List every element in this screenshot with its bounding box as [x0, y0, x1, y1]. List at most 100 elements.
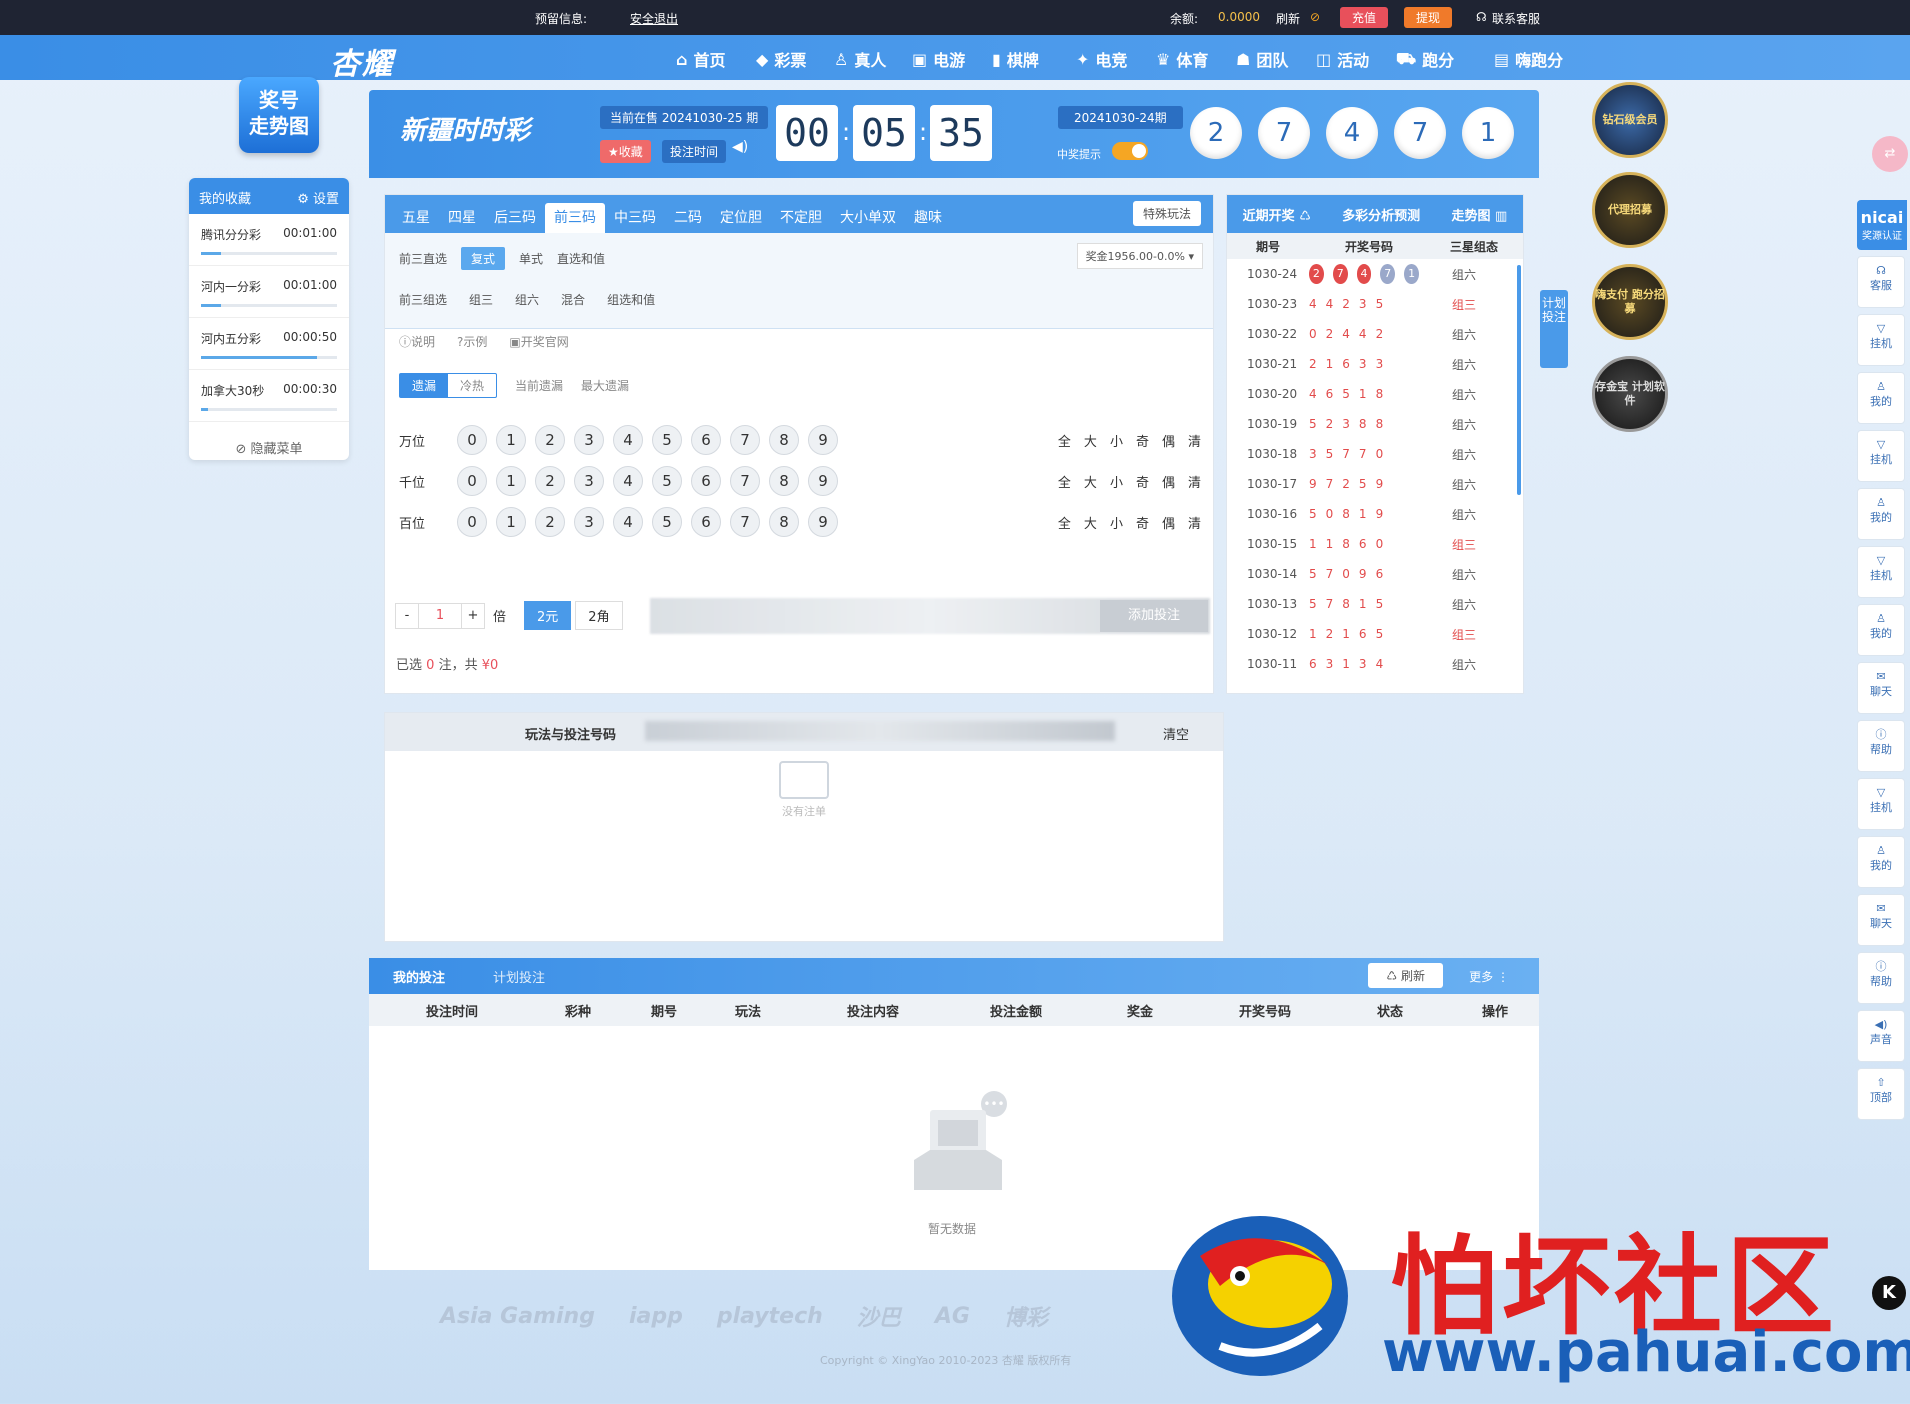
- quick-select-3[interactable]: 奇: [1136, 431, 1149, 450]
- tab-recent[interactable]: 近期开奖 ♺: [1243, 205, 1311, 224]
- side-tool-button[interactable]: ▽ 挂机: [1857, 546, 1905, 598]
- nav-cards[interactable]: ▮ 棋牌: [992, 47, 1039, 71]
- tab-dingweidan[interactable]: 定位胆: [711, 203, 771, 233]
- quick-select-0[interactable]: 全: [1058, 513, 1071, 532]
- quick-select-1[interactable]: 大: [1084, 472, 1097, 491]
- tab-analysis[interactable]: 多彩分析预测: [1342, 205, 1420, 224]
- recharge-button[interactable]: 充值: [1340, 7, 1389, 28]
- win-hint-toggle[interactable]: [1112, 142, 1148, 160]
- more-link[interactable]: 更多 ⋮: [1469, 968, 1509, 985]
- digit-ball[interactable]: 9: [808, 507, 838, 537]
- side-tool-button[interactable]: ☊ 客服: [1857, 256, 1905, 308]
- scrollbar[interactable]: [1517, 265, 1521, 495]
- digit-ball[interactable]: 5: [652, 425, 682, 455]
- hipay-recruit-badge[interactable]: 嗨支付 跑分招募: [1592, 264, 1668, 340]
- quick-select-4[interactable]: 偶: [1162, 513, 1175, 532]
- digit-ball[interactable]: 8: [769, 466, 799, 496]
- tab-housan[interactable]: 后三码: [485, 203, 545, 233]
- digit-ball[interactable]: 9: [808, 425, 838, 455]
- digit-ball[interactable]: 5: [652, 466, 682, 496]
- quick-select-5[interactable]: 清: [1188, 513, 1201, 532]
- digit-ball[interactable]: 2: [535, 425, 565, 455]
- sub-play-zuliu[interactable]: 组六: [515, 291, 539, 308]
- digit-ball[interactable]: 4: [613, 507, 643, 537]
- trend-chart-button[interactable]: 奖号 走势图: [239, 77, 319, 153]
- quick-select-2[interactable]: 小: [1110, 513, 1123, 532]
- side-tool-button[interactable]: ⇧ 顶部: [1857, 1068, 1905, 1120]
- max-miss[interactable]: 最大遗漏: [581, 377, 629, 394]
- help-official[interactable]: ▣开奖官网: [509, 333, 568, 350]
- plus-button[interactable]: +: [462, 608, 484, 623]
- digit-ball[interactable]: 9: [808, 466, 838, 496]
- quick-select-0[interactable]: 全: [1058, 472, 1071, 491]
- sub-play-fushi[interactable]: 复式: [461, 247, 506, 270]
- bet-time-button[interactable]: 投注时间: [662, 140, 727, 163]
- side-tool-button[interactable]: ♙ 我的: [1857, 836, 1905, 888]
- digit-ball[interactable]: 7: [730, 507, 760, 537]
- multiplier-input[interactable]: 1: [418, 603, 462, 628]
- side-tool-button[interactable]: ✉ 聊天: [1857, 894, 1905, 946]
- favorite-item[interactable]: 加拿大30秒 00:00:30: [189, 370, 349, 422]
- tab-plan-bets[interactable]: 计划投注: [493, 967, 545, 986]
- digit-ball[interactable]: 3: [574, 466, 604, 496]
- side-tool-button[interactable]: ♙ 我的: [1857, 488, 1905, 540]
- digit-ball[interactable]: 3: [574, 507, 604, 537]
- sub-play-danshi[interactable]: 单式: [519, 250, 543, 267]
- quick-select-0[interactable]: 全: [1058, 431, 1071, 450]
- nav-hi-runscore[interactable]: ▤ 嗨跑分: [1494, 47, 1563, 71]
- tab-zhongsan[interactable]: 中三码: [605, 203, 665, 233]
- add-bet-button[interactable]: 添加投注: [1100, 600, 1208, 632]
- quick-select-4[interactable]: 偶: [1162, 472, 1175, 491]
- withdraw-button[interactable]: 提现: [1404, 7, 1453, 28]
- digit-ball[interactable]: 0: [457, 466, 487, 496]
- quick-select-4[interactable]: 偶: [1162, 431, 1175, 450]
- digit-ball[interactable]: 1: [496, 507, 526, 537]
- tab-budingdan[interactable]: 不定胆: [771, 203, 831, 233]
- digit-ball[interactable]: 7: [730, 466, 760, 496]
- service-link[interactable]: 联系客服: [1492, 10, 1540, 27]
- help-explain[interactable]: ⓘ说明: [399, 333, 435, 350]
- digit-ball[interactable]: 3: [574, 425, 604, 455]
- prize-select[interactable]: 奖金1956.00-0.0% ▾: [1076, 243, 1203, 269]
- favorite-item[interactable]: 河内一分彩 00:01:00: [189, 266, 349, 318]
- speaker-icon[interactable]: ◀): [732, 139, 748, 155]
- side-tool-button[interactable]: ▽ 挂机: [1857, 430, 1905, 482]
- side-tool-button[interactable]: ♙ 我的: [1857, 604, 1905, 656]
- current-miss[interactable]: 当前遗漏: [515, 377, 563, 394]
- digit-ball[interactable]: 7: [730, 425, 760, 455]
- nav-esports[interactable]: ✦ 电竞: [1076, 47, 1127, 71]
- digit-ball[interactable]: 5: [652, 507, 682, 537]
- nicai-badge[interactable]: nicai 奖源认证: [1857, 200, 1907, 250]
- favorite-item[interactable]: 腾讯分分彩 00:01:00: [189, 214, 349, 266]
- minus-button[interactable]: -: [396, 608, 418, 623]
- digit-ball[interactable]: 6: [691, 507, 721, 537]
- digit-ball[interactable]: 0: [457, 507, 487, 537]
- digit-ball[interactable]: 1: [496, 425, 526, 455]
- unit-jiao[interactable]: 2角: [575, 601, 623, 630]
- side-tool-button[interactable]: ▽ 挂机: [1857, 778, 1905, 830]
- plan-bet-tab[interactable]: 计划投注: [1540, 290, 1568, 368]
- tab-qiansan[interactable]: 前三码: [545, 203, 605, 233]
- tab-quwei[interactable]: 趣味: [905, 203, 951, 233]
- nav-slots[interactable]: ▣ 电游: [912, 47, 965, 71]
- site-logo[interactable]: 杏耀: [330, 39, 394, 83]
- help-example[interactable]: ?示例: [457, 333, 487, 350]
- unit-yuan[interactable]: 2元: [524, 601, 572, 630]
- translate-icon[interactable]: ⇄: [1872, 136, 1908, 172]
- quick-select-1[interactable]: 大: [1084, 431, 1097, 450]
- nav-runscore[interactable]: ⛟ 跑分: [1396, 47, 1454, 71]
- refresh-link[interactable]: 刷新: [1276, 10, 1300, 27]
- tab-wuxing[interactable]: 五星: [393, 203, 439, 233]
- digit-ball[interactable]: 8: [769, 507, 799, 537]
- hot-cold-button[interactable]: 冷热: [448, 374, 496, 397]
- quick-select-5[interactable]: 清: [1188, 431, 1201, 450]
- nav-team[interactable]: ☗ 团队: [1236, 47, 1288, 71]
- tab-trend[interactable]: 走势图 ▥: [1452, 205, 1508, 224]
- clear-button[interactable]: 清空: [1163, 724, 1189, 743]
- nav-home[interactable]: ⌂ 首页: [676, 47, 725, 71]
- miss-button[interactable]: 遗漏: [400, 374, 449, 397]
- digit-ball[interactable]: 4: [613, 425, 643, 455]
- nav-sports[interactable]: ♛ 体育: [1156, 47, 1208, 71]
- digit-ball[interactable]: 1: [496, 466, 526, 496]
- refresh-button[interactable]: ♺ 刷新: [1368, 963, 1443, 988]
